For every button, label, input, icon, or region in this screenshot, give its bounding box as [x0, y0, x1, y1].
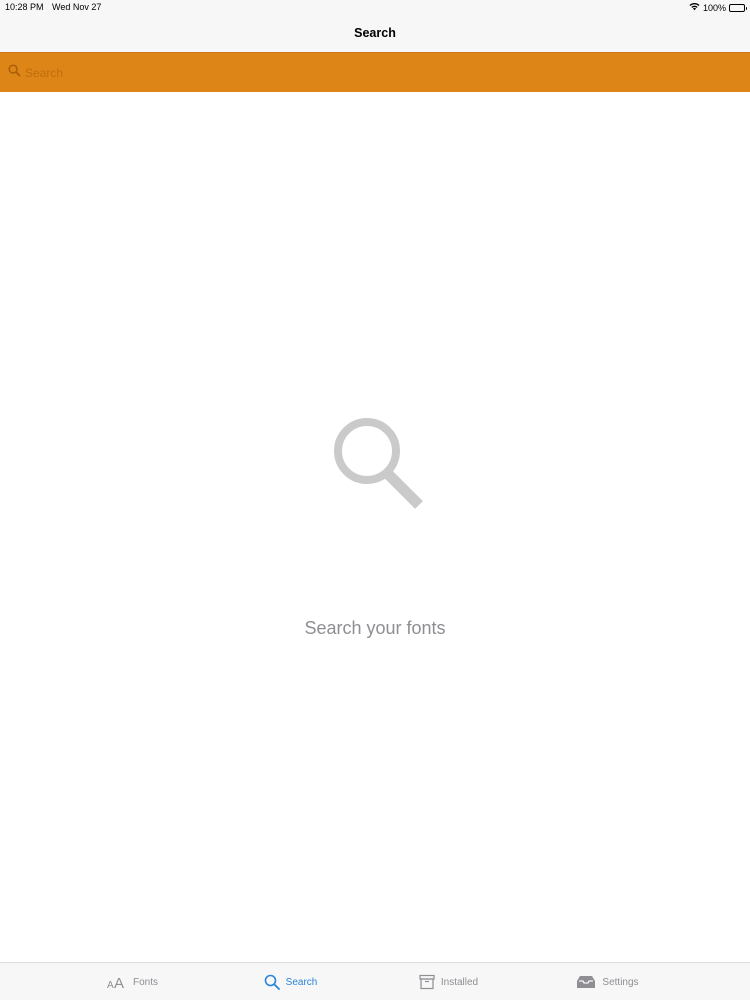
search-icon — [8, 64, 21, 82]
empty-state: Search your fonts — [0, 92, 750, 962]
empty-state-message: Search your fonts — [304, 618, 446, 638]
search-icon — [264, 974, 280, 990]
svg-text:A: A — [107, 980, 114, 989]
wifi-icon — [689, 2, 700, 13]
page-title: Search — [354, 26, 396, 40]
search-input[interactable] — [25, 64, 725, 82]
status-date: Wed Nov 27 — [52, 2, 102, 12]
tab-fonts-label: Fonts — [132, 976, 158, 988]
tab-settings-label: Settings — [602, 976, 639, 988]
search-field[interactable] — [8, 63, 742, 83]
battery-icon — [729, 3, 747, 12]
tray-icon — [576, 975, 596, 989]
tab-bar: A A Fonts Search Installed Settings — [0, 962, 750, 1000]
tab-fonts[interactable]: A A Fonts — [70, 963, 195, 1001]
tab-search-label: Search — [285, 976, 318, 988]
status-bar: 10:28 PM Wed Nov 27 100% — [0, 0, 750, 16]
search-bar — [0, 52, 750, 92]
archive-box-icon — [419, 974, 435, 990]
tab-installed-label: Installed — [440, 976, 479, 988]
font-size-icon: A A — [107, 975, 127, 989]
tab-settings[interactable]: Settings — [545, 963, 670, 1001]
magnifier-icon — [330, 417, 426, 518]
svg-text:A: A — [114, 975, 124, 989]
status-right: 100% — [689, 2, 747, 13]
tab-installed[interactable]: Installed — [386, 963, 511, 1001]
navigation-bar: Search — [0, 16, 750, 52]
status-time: 10:28 PM — [5, 2, 44, 12]
battery-percent: 100% — [702, 2, 726, 13]
tab-search[interactable]: Search — [228, 963, 353, 1001]
